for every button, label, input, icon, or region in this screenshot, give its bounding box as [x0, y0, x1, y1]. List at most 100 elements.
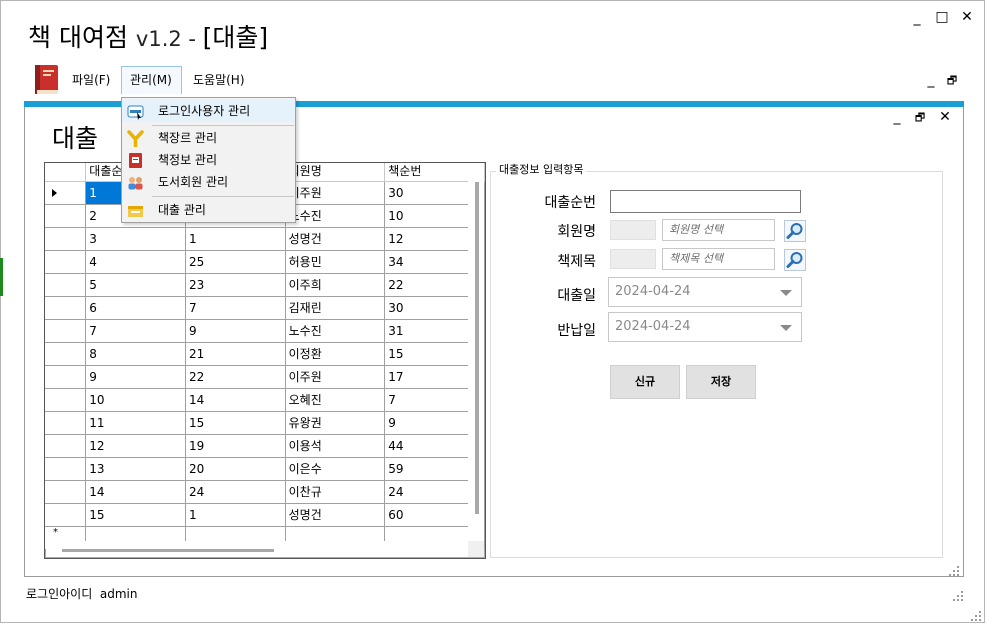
table-row[interactable]: 5 23 이주희 22	[45, 273, 485, 297]
menu-item-rentals[interactable]: 대출 관리	[122, 199, 295, 221]
table-row[interactable]: 8 21 이정환 15	[45, 342, 485, 366]
table-cell[interactable]: 20	[185, 457, 286, 481]
child-restore-button[interactable]: 🗗	[911, 110, 929, 126]
row-header[interactable]	[45, 227, 87, 251]
book-search-icon[interactable]	[784, 249, 806, 271]
table-cell[interactable]: 이주희	[285, 273, 386, 297]
grid-vertical-scroll-thumb[interactable]	[475, 182, 479, 514]
table-row[interactable]: 11 15 유왕권 9	[45, 411, 485, 435]
return-date-picker[interactable]: 2024-04-24	[608, 312, 802, 342]
mdi-minimize-button[interactable]: _	[922, 72, 940, 88]
table-cell[interactable]: 4	[85, 250, 187, 274]
table-cell[interactable]: 이정환	[285, 342, 386, 366]
child-resize-grip-icon[interactable]	[948, 565, 960, 577]
table-cell[interactable]: 1	[185, 227, 286, 251]
table-cell[interactable]: 이찬규	[285, 480, 386, 504]
table-cell[interactable]: 이용석	[285, 434, 386, 458]
window-maximize-button[interactable]: □	[933, 9, 951, 25]
row-header[interactable]	[45, 319, 87, 343]
table-cell[interactable]: 노수진	[285, 204, 386, 228]
rent-date-picker[interactable]: 2024-04-24	[608, 277, 802, 307]
row-header[interactable]	[45, 503, 87, 527]
row-header[interactable]	[45, 342, 87, 366]
table-row[interactable]: 9 22 이주원 17	[45, 365, 485, 389]
row-header[interactable]	[45, 411, 87, 435]
row-header[interactable]	[45, 181, 87, 205]
table-cell[interactable]: 19	[185, 434, 286, 458]
member-select-field[interactable]: 회원명 선택	[662, 219, 775, 241]
table-cell[interactable]: 김재린	[285, 296, 386, 320]
table-row[interactable]: 6 7 김재린 30	[45, 296, 485, 320]
menu-item-genres[interactable]: 책장르 관리	[122, 127, 295, 149]
table-cell[interactable]: 3	[85, 227, 187, 251]
window-resize-grip-icon[interactable]	[970, 610, 982, 622]
row-header[interactable]	[45, 365, 87, 389]
table-row[interactable]: 12 19 이용석 44	[45, 434, 485, 458]
table-row[interactable]: 7 9 노수진 31	[45, 319, 485, 343]
table-cell[interactable]: 유왕권	[285, 411, 386, 435]
table-cell[interactable]: 오혜진	[285, 388, 386, 412]
table-row[interactable]: 14 24 이찬규 24	[45, 480, 485, 504]
table-cell[interactable]: 6	[85, 296, 187, 320]
child-minimize-button[interactable]: _	[888, 109, 906, 125]
row-header[interactable]	[45, 457, 87, 481]
table-cell[interactable]: 10	[85, 388, 187, 412]
row-header-corner[interactable]	[45, 163, 87, 182]
column-header[interactable]: 회원명	[285, 163, 386, 182]
menu-item-book-info[interactable]: 책정보 관리	[122, 149, 295, 171]
table-row[interactable]: 4 25 허용민 34	[45, 250, 485, 274]
table-cell[interactable]: 13	[85, 457, 187, 481]
table-cell[interactable]: 8	[85, 342, 187, 366]
new-button[interactable]: 신규	[610, 365, 680, 399]
table-row[interactable]: 15 1 성명건 60	[45, 503, 485, 527]
table-cell[interactable]: 허용민	[285, 250, 386, 274]
menu-help[interactable]: 도움말(H)	[185, 66, 253, 94]
table-cell[interactable]: 25	[185, 250, 286, 274]
row-header[interactable]	[45, 480, 87, 504]
menu-management[interactable]: 관리(M)	[121, 66, 182, 94]
member-search-icon[interactable]	[784, 220, 806, 242]
save-button[interactable]: 저장	[686, 365, 756, 399]
row-header[interactable]	[45, 388, 87, 412]
row-header[interactable]	[45, 273, 87, 297]
mdi-restore-button[interactable]: 🗗	[943, 73, 961, 89]
menu-item-members[interactable]: 도서회원 관리	[122, 171, 295, 193]
table-cell[interactable]: 9	[85, 365, 187, 389]
table-row[interactable]: 10 14 오혜진 7	[45, 388, 485, 412]
table-cell[interactable]: 21	[185, 342, 286, 366]
table-row[interactable]: 3 1 성명건 12	[45, 227, 485, 251]
window-close-button[interactable]: ✕	[958, 9, 976, 25]
menu-item-login-users[interactable]: 로그인사용자 관리	[122, 100, 295, 122]
table-cell[interactable]: 23	[185, 273, 286, 297]
table-cell[interactable]: 11	[85, 411, 187, 435]
table-cell[interactable]: 15	[185, 411, 286, 435]
table-cell[interactable]: 이은수	[285, 457, 386, 481]
row-header[interactable]	[45, 204, 87, 228]
rent-no-input[interactable]	[610, 190, 801, 213]
table-cell[interactable]: 9	[185, 319, 286, 343]
table-cell[interactable]: 22	[185, 365, 286, 389]
book-id-field[interactable]	[610, 249, 656, 269]
window-minimize-button[interactable]: _	[908, 10, 926, 26]
member-id-field[interactable]	[610, 220, 656, 240]
row-header[interactable]	[45, 250, 87, 274]
table-cell[interactable]: 이주원	[285, 365, 386, 389]
table-cell[interactable]: 12	[85, 434, 187, 458]
book-select-field[interactable]: 책제목 선택	[662, 248, 775, 270]
table-cell[interactable]: 15	[85, 503, 187, 527]
table-cell[interactable]: 7	[185, 296, 286, 320]
table-cell[interactable]: 24	[185, 480, 286, 504]
table-cell[interactable]: 노수진	[285, 319, 386, 343]
table-cell[interactable]: 이주원	[285, 181, 386, 205]
status-resize-grip-icon[interactable]	[952, 590, 964, 602]
table-row[interactable]: 13 20 이은수 59	[45, 457, 485, 481]
table-cell[interactable]: 성명건	[285, 227, 386, 251]
table-cell[interactable]: 7	[85, 319, 187, 343]
menu-file[interactable]: 파일(F)	[64, 66, 118, 94]
child-close-button[interactable]: ✕	[936, 109, 954, 125]
grid-horizontal-scroll-thumb[interactable]	[62, 549, 274, 552]
row-header[interactable]	[45, 296, 87, 320]
table-cell[interactable]: 성명건	[285, 503, 386, 527]
table-cell[interactable]: 14	[185, 388, 286, 412]
table-cell[interactable]: 5	[85, 273, 187, 297]
